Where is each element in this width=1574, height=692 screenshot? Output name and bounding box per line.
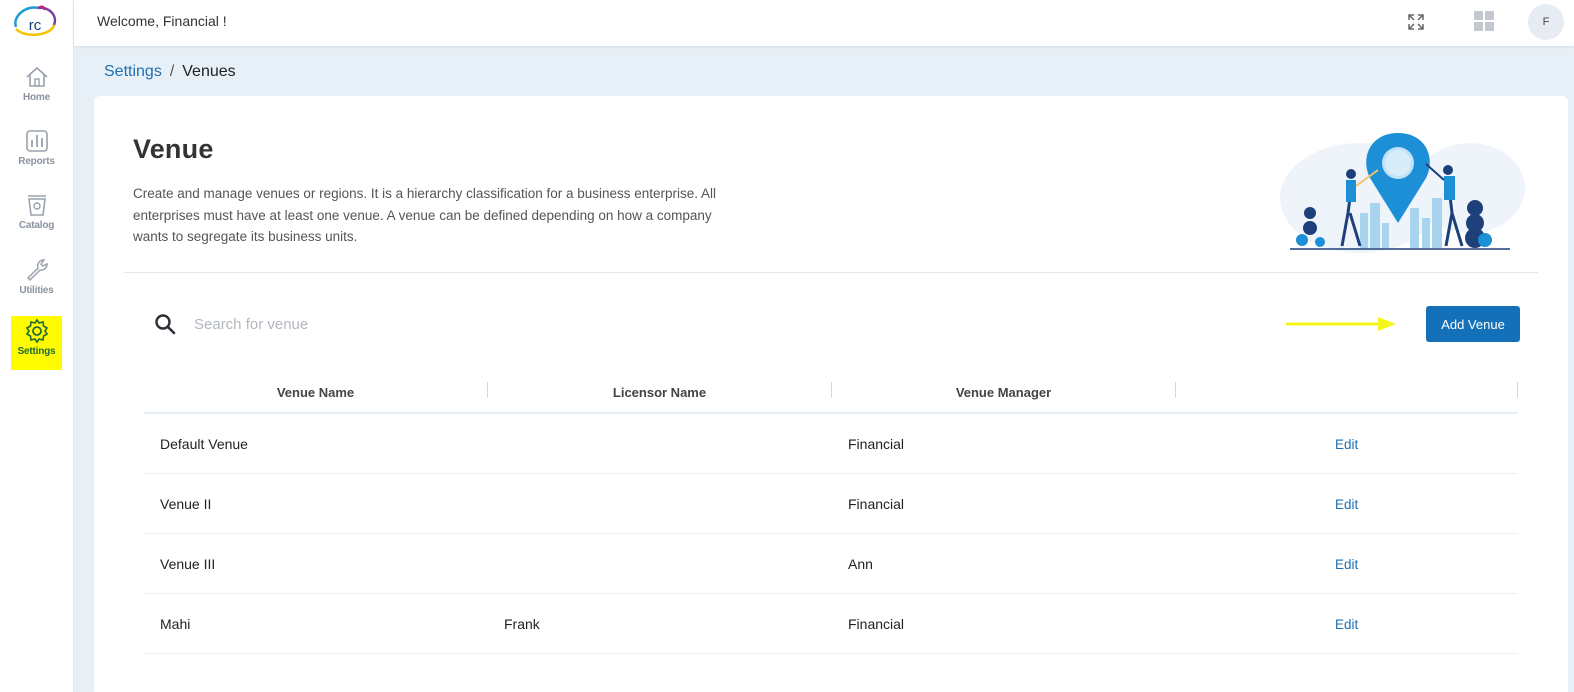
cell-venue-manager: Financial <box>848 616 905 632</box>
sidebar-item-home[interactable]: Home <box>11 62 62 116</box>
avatar[interactable]: F <box>1528 4 1564 40</box>
search-input[interactable] <box>194 310 694 338</box>
top-bar: Welcome, Financial ! F <box>74 0 1574 46</box>
breadcrumb-settings-link[interactable]: Settings <box>104 63 162 81</box>
logo-icon: rc <box>14 5 57 37</box>
venue-location-illustration <box>1280 133 1525 253</box>
gear-icon <box>25 318 48 344</box>
welcome-message: Welcome, Financial ! <box>97 13 227 29</box>
page-description: Create and manage venues or regions. It … <box>133 186 717 244</box>
venue-card: Venue Create and manage venues or region… <box>94 96 1568 692</box>
cell-venue-name: Default Venue <box>160 436 248 452</box>
cell-venue-name: Mahi <box>160 616 191 632</box>
column-header-venue-manager[interactable]: Venue Manager <box>832 372 1175 412</box>
sidebar-item-utilities[interactable]: Utilities <box>11 255 62 309</box>
edit-link[interactable]: Edit <box>1335 497 1358 512</box>
table-row: Default Venue Financial Edit <box>144 414 1518 474</box>
table-header: Venue Name Licensor Name Venue Manager <box>144 372 1518 414</box>
sidebar-item-label: Catalog <box>18 220 55 231</box>
table-row: Mahi Frank Financial Edit <box>144 594 1518 654</box>
column-header-venue-name[interactable]: Venue Name <box>144 372 487 412</box>
table-row: Venue III Ann Edit <box>144 534 1518 594</box>
edit-link[interactable]: Edit <box>1335 557 1358 572</box>
app-logo[interactable]: rc <box>8 3 62 41</box>
sidebar-item-catalog[interactable]: Catalog <box>11 190 62 244</box>
column-header-actions <box>1176 372 1517 412</box>
sidebar-item-label: Settings <box>17 346 56 357</box>
sidebar-item-label: Reports <box>18 156 55 167</box>
edit-link[interactable]: Edit <box>1335 617 1358 632</box>
cell-venue-manager: Financial <box>848 496 905 512</box>
cell-venue-name: Venue III <box>160 556 216 572</box>
column-divider[interactable] <box>1517 382 1518 398</box>
breadcrumb: Settings / Venues <box>104 63 236 81</box>
sidebar-item-reports[interactable]: Reports <box>11 126 62 180</box>
fullscreen-icon[interactable] <box>1406 12 1426 32</box>
wrench-icon <box>26 259 48 282</box>
table-row: Venue II Financial Edit <box>144 474 1518 534</box>
edit-link[interactable]: Edit <box>1335 437 1358 452</box>
breadcrumb-separator: / <box>169 63 175 80</box>
sidebar-item-label: Home <box>23 92 50 103</box>
venues-table: Venue Name Licensor Name Venue Manager D… <box>144 372 1518 654</box>
section-divider <box>124 272 1538 273</box>
search-icon <box>155 314 176 335</box>
sidebar-item-label: Utilities <box>19 285 54 296</box>
cell-licensor-name: Frank <box>504 616 540 632</box>
column-header-licensor-name[interactable]: Licensor Name <box>488 372 831 412</box>
breadcrumb-current: Venues <box>182 63 236 80</box>
annotation-arrow-icon <box>1286 317 1396 331</box>
cell-venue-manager: Financial <box>848 436 905 452</box>
bar-chart-icon <box>25 130 48 152</box>
home-icon <box>25 66 48 87</box>
add-venue-button[interactable]: Add Venue <box>1426 306 1520 342</box>
sidebar: rc Home Reports Catalog Utilities Settin… <box>0 0 74 692</box>
sidebar-item-settings[interactable]: Settings <box>11 316 62 370</box>
apps-grid-icon[interactable] <box>1473 10 1495 32</box>
logo-text: rc <box>29 17 42 34</box>
cell-venue-name: Venue II <box>160 496 212 512</box>
cell-venue-manager: Ann <box>848 556 873 572</box>
catalog-icon <box>27 195 46 216</box>
page-title: Venue <box>133 134 214 164</box>
